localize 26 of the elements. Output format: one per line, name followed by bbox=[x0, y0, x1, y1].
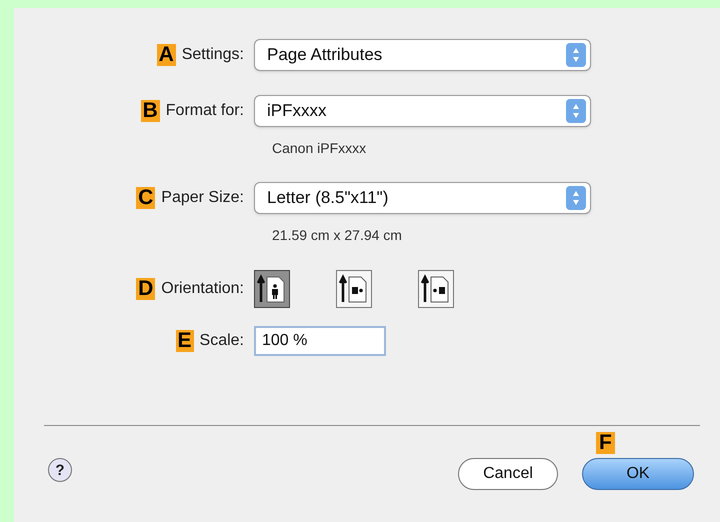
stepper-arrows-icon bbox=[566, 186, 586, 210]
letter-marker: F bbox=[596, 432, 615, 454]
orientation-button[interactable] bbox=[254, 270, 290, 308]
field-label: Format for: bbox=[166, 101, 244, 121]
orientation-button[interactable] bbox=[418, 270, 454, 308]
popup-menu[interactable]: iPFxxxx bbox=[254, 95, 591, 127]
field-label: Settings: bbox=[182, 45, 244, 65]
letter-marker: A bbox=[156, 44, 176, 66]
popup-menu[interactable]: Page Attributes bbox=[254, 39, 591, 71]
scale-field[interactable]: 100 % bbox=[254, 326, 386, 356]
popup-menu[interactable]: Letter (8.5"x11") bbox=[254, 182, 591, 214]
help-button[interactable]: ? bbox=[48, 458, 72, 482]
letter-marker: B bbox=[140, 100, 160, 122]
info-text: 21.59 cm x 27.94 cm bbox=[272, 226, 402, 245]
letter-marker: E bbox=[176, 330, 194, 352]
ok-button[interactable]: OK bbox=[582, 458, 694, 490]
orientation-button[interactable] bbox=[336, 270, 372, 308]
letter-marker: C bbox=[136, 187, 156, 209]
stepper-arrows-icon bbox=[566, 43, 586, 67]
cancel-button[interactable]: Cancel bbox=[458, 458, 558, 490]
field-label: Scale: bbox=[200, 331, 244, 351]
field-label: Paper Size: bbox=[161, 188, 244, 208]
stepper-arrows-icon bbox=[566, 99, 586, 123]
info-text: Canon iPFxxxx bbox=[272, 139, 366, 158]
field-label: Orientation: bbox=[161, 279, 244, 299]
letter-marker: D bbox=[136, 278, 156, 300]
